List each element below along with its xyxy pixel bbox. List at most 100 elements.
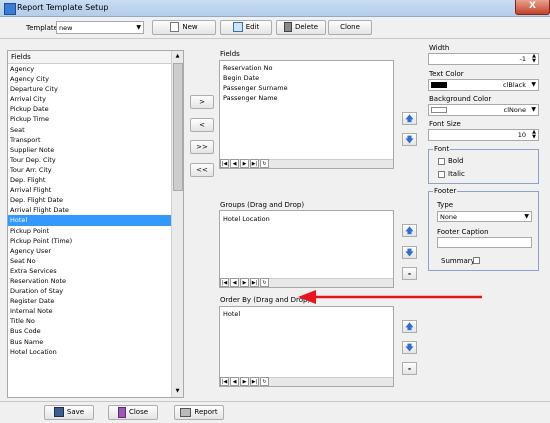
next-record-icon[interactable]: ▶ (240, 278, 249, 287)
last-record-icon[interactable]: ▶| (250, 377, 259, 386)
window-close-button[interactable]: X (515, 0, 550, 15)
summary-checkbox[interactable] (473, 257, 480, 264)
groups-move-down-button[interactable]: 🡇 (402, 246, 417, 259)
list-item[interactable]: Dep. Flight Date (8, 195, 173, 205)
list-item[interactable]: Departure City (8, 84, 173, 94)
list-item[interactable]: Tour Arr. City (8, 165, 173, 175)
order-move-up-button[interactable]: 🡅 (402, 320, 417, 333)
list-item[interactable]: Begin Date (221, 73, 391, 83)
italic-checkbox[interactable] (438, 171, 445, 178)
refresh-icon[interactable]: ↻ (260, 377, 269, 386)
groups-list[interactable]: Hotel Location (219, 210, 394, 288)
selected-fields-list[interactable]: Reservation No Begin Date Passenger Surnam… (219, 60, 394, 169)
type-label: Type (437, 201, 454, 209)
font-size-label: Font Size (429, 120, 461, 128)
list-item[interactable]: Reservation No (221, 63, 391, 73)
list-item[interactable]: Arrival Flight (8, 185, 173, 195)
list-item[interactable]: Register Date (8, 296, 173, 306)
next-record-icon[interactable]: ▶ (240, 159, 249, 168)
save-button[interactable]: Save (44, 405, 94, 420)
list-item[interactable]: Extra Services (8, 266, 173, 276)
list-item[interactable]: Pickup Time (8, 114, 173, 124)
bg-color-swatch (431, 107, 447, 113)
list-item[interactable]: Tour Dep. City (8, 155, 173, 165)
prior-record-icon[interactable]: ◀ (230, 159, 239, 168)
list-item[interactable]: Pickup Point (Time) (8, 236, 173, 246)
move-up-button[interactable]: 🡅 (402, 112, 417, 125)
fields-list-scrollbar[interactable]: ▲ ▼ (171, 51, 183, 397)
arrow-down-icon: 🡇 (405, 343, 414, 352)
list-item[interactable]: Arrival City (8, 94, 173, 104)
chevron-down-icon: ▼ (136, 24, 141, 31)
prior-record-icon[interactable]: ◀ (230, 377, 239, 386)
list-item[interactable]: Supplier Note (8, 145, 173, 155)
list-item[interactable]: Hotel Location (8, 347, 173, 357)
footer-caption-input[interactable] (437, 237, 532, 248)
list-item[interactable]: Arrival Flight Date (8, 205, 173, 215)
first-record-icon[interactable]: |◀ (220, 377, 229, 386)
refresh-icon[interactable]: ↻ (260, 278, 269, 287)
order-move-down-button[interactable]: 🡇 (402, 341, 417, 354)
new-button[interactable]: New (152, 20, 216, 35)
footer-caption-label: Footer Caption (437, 228, 489, 236)
list-item[interactable]: Bus Name (8, 337, 173, 347)
list-item[interactable]: Agency User (8, 246, 173, 256)
bg-color-label: Background Color (429, 95, 492, 103)
list-item[interactable]: Hotel (8, 215, 173, 226)
template-select[interactable]: new ▼ (56, 21, 144, 34)
next-record-icon[interactable]: ▶ (240, 377, 249, 386)
order-remove-button[interactable]: - (402, 362, 417, 375)
list-item[interactable]: Hotel Location (221, 214, 391, 224)
list-item[interactable]: Reservation Note (8, 276, 173, 286)
fields-list[interactable]: Fields Agency Agency City Departure City Ar… (7, 50, 184, 398)
first-record-icon[interactable]: |◀ (220, 159, 229, 168)
move-down-button[interactable]: 🡇 (402, 133, 417, 146)
list-item[interactable]: Seat No (8, 256, 173, 266)
list-item[interactable]: Transport (8, 135, 173, 145)
bold-checkbox[interactable] (438, 158, 445, 165)
scroll-up-icon[interactable]: ▲ (172, 51, 183, 62)
refresh-icon[interactable]: ↻ (260, 159, 269, 168)
delete-button[interactable]: Delete (276, 20, 326, 35)
last-record-icon[interactable]: ▶| (250, 159, 259, 168)
list-item[interactable]: Agency City (8, 74, 173, 84)
add-all-fields-button[interactable]: >> (190, 140, 214, 154)
list-item[interactable]: Title No (8, 316, 173, 326)
bg-color-select[interactable]: clNone ▼ (428, 104, 539, 116)
scroll-down-icon[interactable]: ▼ (172, 386, 183, 397)
order-by-list[interactable]: Hotel (219, 306, 394, 387)
edit-button[interactable]: Edit (220, 20, 272, 35)
list-item[interactable]: Passenger Name (221, 93, 391, 103)
groups-move-up-button[interactable]: 🡅 (402, 224, 417, 237)
close-button[interactable]: Close (108, 405, 158, 420)
last-record-icon[interactable]: ▶| (250, 278, 259, 287)
spinner-arrows-icon[interactable]: ▲ ▼ (532, 130, 536, 140)
list-item[interactable]: Agency (8, 64, 173, 74)
list-item[interactable]: Bus Code (8, 326, 173, 336)
list-item[interactable]: Pickup Point (8, 226, 173, 236)
report-button[interactable]: Report (174, 405, 224, 420)
spinner-arrows-icon[interactable]: ▲ ▼ (532, 54, 536, 64)
list-item[interactable]: Hotel (221, 309, 391, 319)
footer-type-select[interactable]: None ▼ (437, 211, 532, 222)
remove-all-fields-button[interactable]: << (190, 163, 214, 177)
list-item[interactable]: Internal Note (8, 306, 173, 316)
add-field-button[interactable]: > (190, 95, 214, 109)
list-item[interactable]: Duration of Stay (8, 286, 173, 296)
bottom-bar: Save Close Report (0, 401, 550, 423)
font-size-spinner[interactable]: 10 ▲ ▼ (428, 129, 539, 141)
remove-field-button[interactable]: < (190, 118, 214, 132)
groups-remove-button[interactable]: - (402, 267, 417, 280)
list-item[interactable]: Pickup Date (8, 104, 173, 114)
width-spinner[interactable]: -1 ▲ ▼ (428, 53, 539, 65)
prior-record-icon[interactable]: ◀ (230, 278, 239, 287)
chevron-down-icon: ▼ (531, 81, 536, 88)
list-item[interactable]: Seat (8, 125, 173, 135)
list-item[interactable]: Dep. Flight (8, 175, 173, 185)
new-button-label: New (182, 23, 198, 31)
first-record-icon[interactable]: |◀ (220, 278, 229, 287)
clone-button[interactable]: Clone (328, 20, 372, 35)
list-item[interactable]: Passenger Surname (221, 83, 391, 93)
text-color-select[interactable]: clBlack ▼ (428, 79, 539, 91)
scrollbar-thumb[interactable] (173, 63, 183, 191)
